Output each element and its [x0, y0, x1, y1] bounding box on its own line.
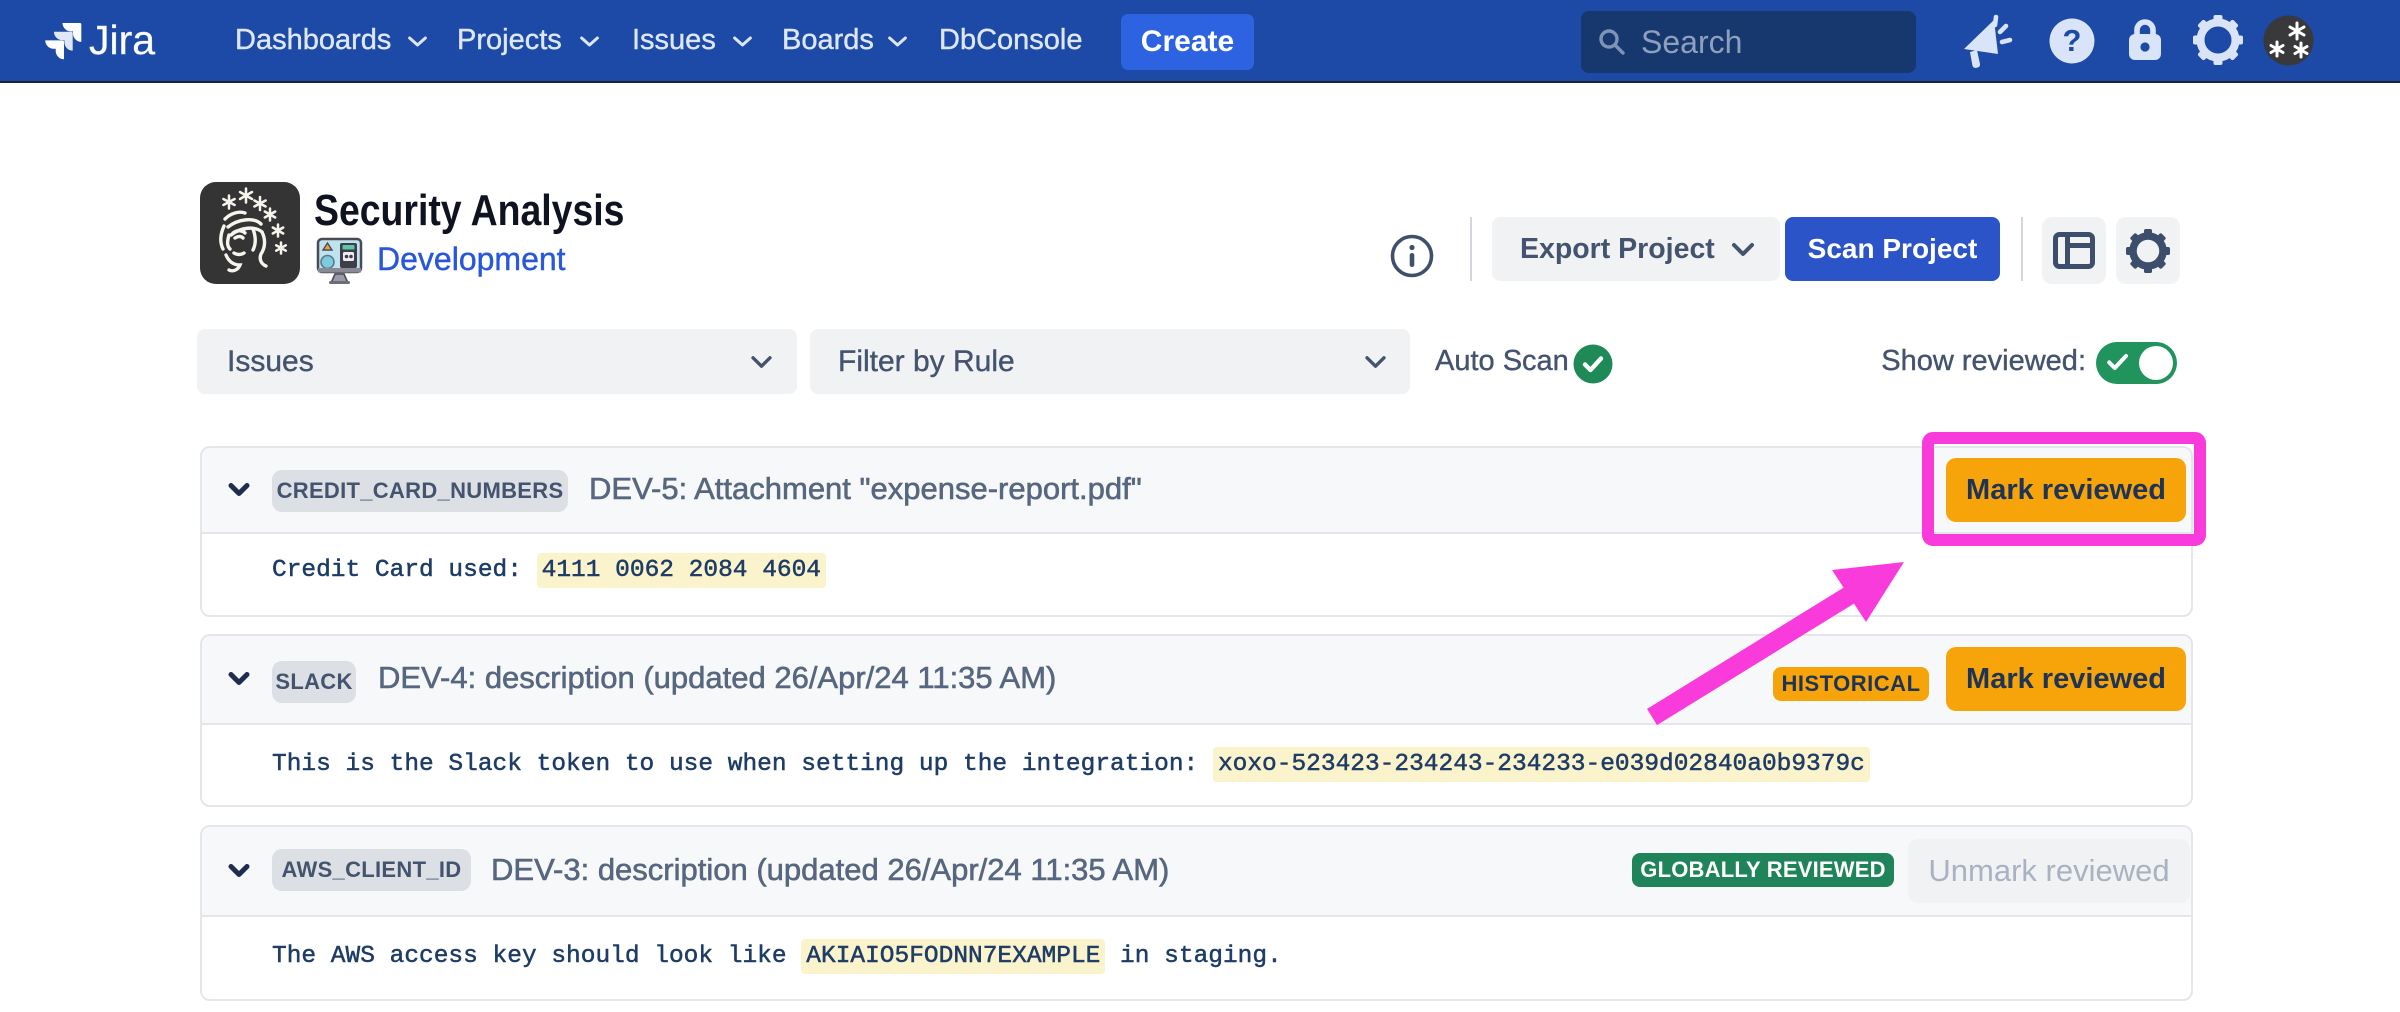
svg-text:?: ? [2063, 23, 2082, 58]
